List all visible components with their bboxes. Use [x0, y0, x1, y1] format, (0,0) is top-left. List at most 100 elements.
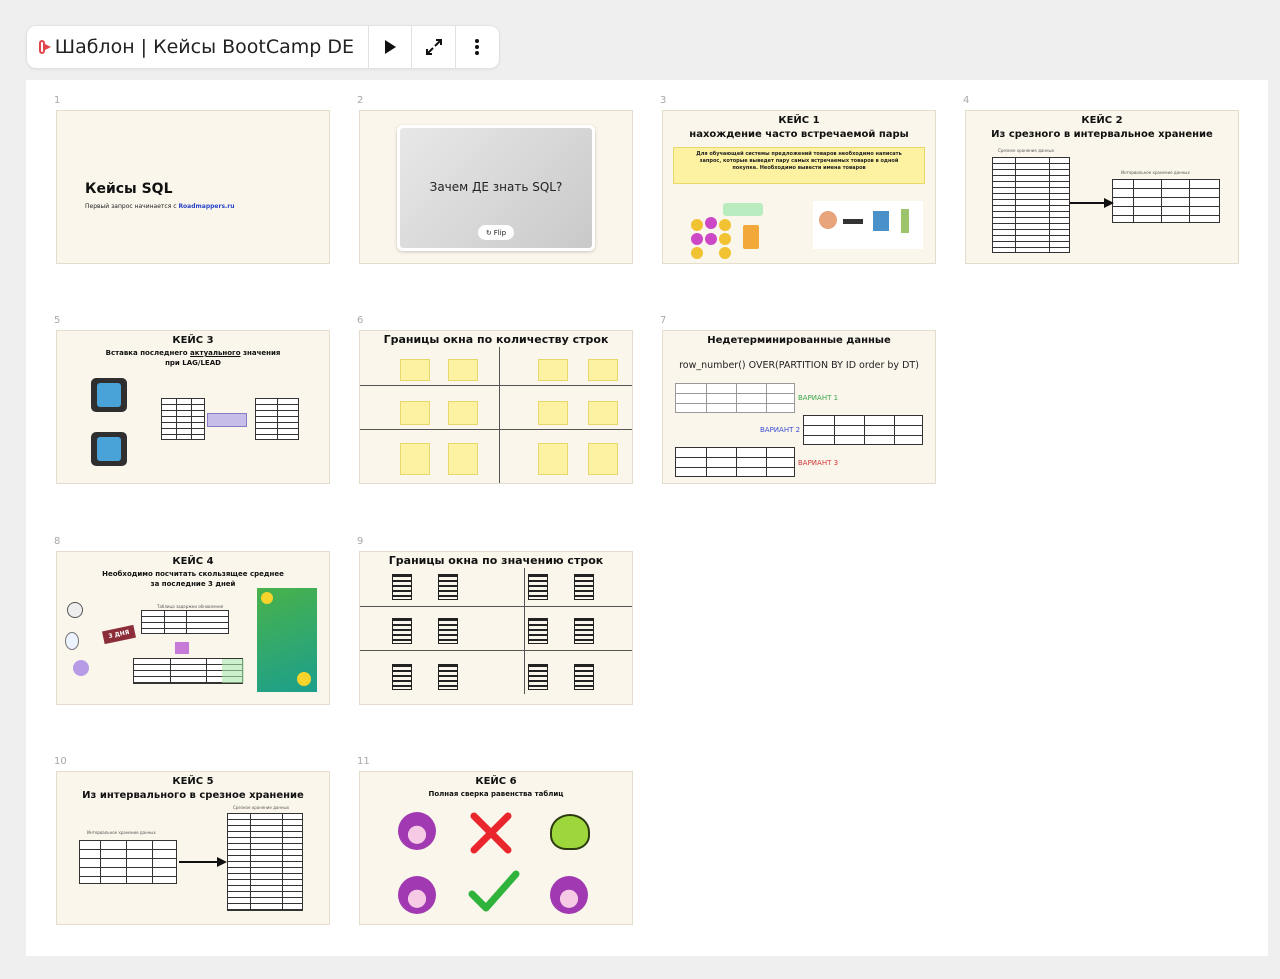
flashcard-question: Зачем ДЕ знать SQL? — [429, 180, 563, 194]
emoji-icon — [691, 219, 703, 231]
window-diagram — [588, 401, 618, 425]
slide-card: Недетерминированные данные row_number() … — [662, 330, 936, 484]
slide-subtitle: Необходимо посчитать скользящее среднее — [102, 570, 284, 578]
result-table — [255, 398, 299, 440]
more-options-button[interactable] — [456, 26, 499, 68]
variant-1-table — [675, 383, 795, 413]
more-vertical-icon — [475, 39, 480, 55]
thermometer-icon — [91, 378, 127, 412]
slide-subtitle: нахождение часто встречаемой пары — [689, 129, 909, 140]
slide-number: 4 — [963, 95, 970, 106]
product-icon — [819, 211, 837, 229]
slide-card: Кейсы SQL Первый запрос начинается с Roa… — [56, 110, 330, 264]
window-diagram — [538, 443, 568, 475]
slide-title: КЕЙС 2 — [1081, 115, 1123, 126]
slide-title: Границы окна по количеству строк — [383, 333, 609, 346]
presentation-toolbar: Шаблон | Кейсы BootCamp DE — [26, 25, 500, 69]
play-icon — [385, 40, 397, 54]
window-diagram — [588, 359, 618, 381]
window-diagram — [528, 664, 548, 690]
slide-title: КЕЙС 4 — [172, 556, 214, 567]
interval-table — [79, 840, 177, 884]
slide-number: 8 — [54, 536, 61, 547]
sheep-icon — [398, 812, 436, 850]
slide-4[interactable]: 4 КЕЙС 2 Из срезного в интервальное хран… — [963, 95, 1239, 264]
slides-icon — [39, 40, 51, 54]
product-icon — [873, 211, 889, 231]
emoji-icon — [719, 247, 731, 259]
slide-subtitle: Полная сверка равенства таблиц — [428, 790, 564, 798]
slide-7[interactable]: 7 Недетерминированные данные row_number(… — [660, 315, 936, 484]
flip-button[interactable]: ↻ Flip — [478, 225, 514, 240]
slide-card: КЕЙС 2 Из срезного в интервальное хранен… — [965, 110, 1239, 264]
presentation-title-area[interactable]: Шаблон | Кейсы BootCamp DE — [27, 26, 369, 68]
variant-2-label: ВАРИАНТ 2 — [760, 426, 801, 434]
window-diagram — [448, 401, 478, 425]
window-diagram — [528, 574, 548, 600]
slide-subtitle: Из интервального в срезное хранение — [82, 790, 304, 801]
fullscreen-icon — [425, 39, 442, 55]
emoji-icon — [691, 233, 703, 245]
window-diagram — [392, 574, 412, 600]
slide-title: Границы окна по значению строк — [388, 554, 604, 567]
sheep-icon — [398, 876, 436, 914]
play-button[interactable] — [369, 26, 413, 68]
slide-card: Границы окна по значению строк — [359, 551, 633, 705]
variant-3-label: ВАРИАНТ 3 — [798, 459, 839, 467]
window-diagram — [448, 359, 478, 381]
slide-card: КЕЙС 3 Вставка последнего актуального зн… — [56, 330, 330, 484]
character-icons — [63, 596, 89, 676]
emoji-icon — [691, 247, 703, 259]
window-diagram — [538, 359, 568, 381]
delay-table — [141, 610, 229, 634]
slide-number: 5 — [54, 315, 61, 326]
table-caption: Таблица задержки обновления — [157, 604, 224, 609]
checkmark-icon — [468, 870, 520, 912]
window-diagram — [538, 401, 568, 425]
slide-6[interactable]: 6 Границы окна по количеству строк — [357, 315, 633, 484]
left-caption: Интервальное хранение данных — [87, 830, 156, 835]
slide-title: КЕЙС 1 — [778, 115, 820, 126]
variant-1-label: ВАРИАНТ 1 — [798, 394, 839, 402]
slide-card: КЕЙС 1 нахождение часто встречаемой пары… — [662, 110, 936, 264]
window-diagram — [400, 401, 430, 425]
slide-11[interactable]: 11 КЕЙС 6 Полная сверка равенства таблиц — [357, 756, 633, 925]
chat-bubble — [723, 203, 763, 216]
snapshot-table — [227, 813, 303, 911]
slide-8[interactable]: 8 КЕЙС 4 Необходимо посчитать скользящее… — [54, 536, 330, 705]
variant-3-table — [675, 447, 795, 477]
slide-subtitle-2: при LAG/LEAD — [165, 359, 221, 367]
slides-board: 1 Кейсы SQL Первый запрос начинается с R… — [26, 80, 1268, 956]
interval-table — [1112, 179, 1220, 223]
slide-number: 2 — [357, 95, 364, 106]
slide-number: 10 — [54, 756, 67, 767]
slide-2[interactable]: 2 Зачем ДЕ знать SQL? ↻ Flip — [357, 95, 633, 264]
flip-label: Flip — [493, 228, 507, 237]
window-diagram — [438, 664, 458, 690]
right-caption: Срезное хранение данных — [233, 805, 290, 810]
window-diagram — [448, 443, 478, 475]
emoji-icon — [719, 219, 731, 231]
chart-sticker — [257, 588, 317, 692]
slide-1[interactable]: 1 Кейсы SQL Первый запрос начинается с R… — [54, 95, 330, 264]
arrow-right-icon — [1070, 198, 1114, 208]
slide-9[interactable]: 9 Границы окна по значению строк — [357, 536, 633, 705]
arrow-down-icon — [175, 642, 189, 654]
slide-5[interactable]: 5 КЕЙС 3 Вставка последнего актуального … — [54, 315, 330, 484]
slide-subtitle: Вставка последнего актуального значения — [105, 349, 281, 357]
roadmappers-link[interactable]: Roadmappers.ru — [178, 203, 234, 210]
flashcard[interactable]: Зачем ДЕ знать SQL? ↻ Flip — [397, 125, 595, 251]
arrow-box — [207, 413, 247, 427]
source-table — [161, 398, 205, 440]
window-diagram — [438, 574, 458, 600]
window-diagram — [392, 664, 412, 690]
fullscreen-button[interactable] — [412, 26, 456, 68]
slide-10[interactable]: 10 КЕЙС 5 Из интервального в срезное хра… — [54, 756, 330, 925]
slide-3[interactable]: 3 КЕЙС 1 нахождение часто встречаемой па… — [660, 95, 936, 264]
window-diagram — [574, 574, 594, 600]
slide-title: КЕЙС 5 — [172, 776, 214, 787]
window-diagram — [574, 618, 594, 644]
window-diagram — [438, 618, 458, 644]
arrow-right-icon — [179, 857, 227, 867]
window-diagram — [400, 359, 430, 381]
